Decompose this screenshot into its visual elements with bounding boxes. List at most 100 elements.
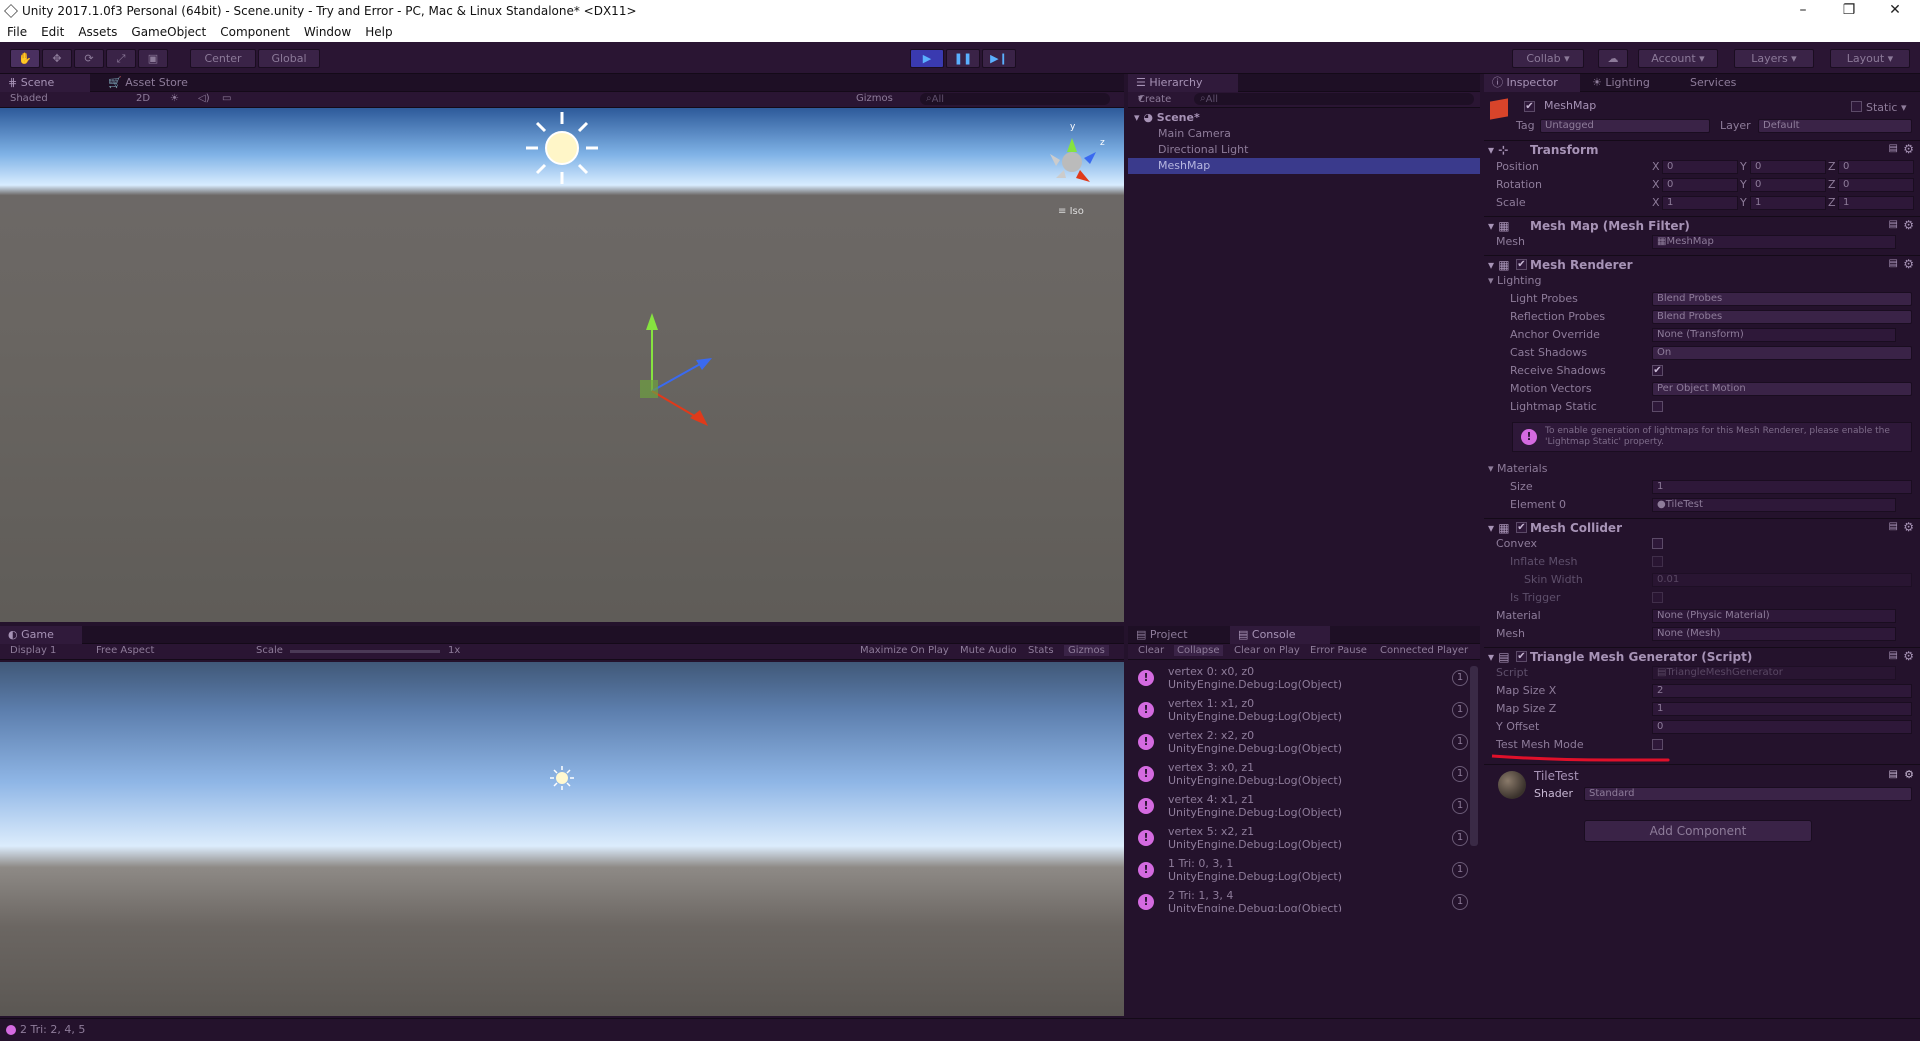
audio-toggle-icon[interactable]: ◁) [198, 93, 210, 104]
mesh-collider-header[interactable]: ▾ ▦ ✔ Mesh Collider ▤ ⚙ [1484, 518, 1920, 536]
y-offset-field[interactable]: 0 [1652, 720, 1912, 734]
rotation-y-field[interactable]: 0 [1750, 178, 1826, 192]
position-z-field[interactable]: 0 [1838, 160, 1914, 174]
effects-toggle-icon[interactable]: ▭ [222, 93, 231, 104]
pivot-center-button[interactable]: Center [190, 49, 256, 68]
help-icon[interactable]: ▤ [1889, 219, 1898, 230]
position-y-field[interactable]: 0 [1750, 160, 1826, 174]
help-icon[interactable]: ▤ [1889, 650, 1898, 661]
map-size-x-field[interactable]: 2 [1652, 684, 1912, 698]
static-label[interactable]: Static ▾ [1866, 101, 1906, 114]
hierarchy-item-directional-light[interactable]: Directional Light [1128, 142, 1480, 158]
scale-tool-icon[interactable]: ⤢ [106, 49, 136, 68]
maximize-icon[interactable]: ❐ [1826, 0, 1872, 22]
motion-vectors-dropdown[interactable]: Per Object Motion [1652, 382, 1912, 396]
element-0-field[interactable]: ●TileTest [1652, 498, 1896, 512]
layers-dropdown[interactable]: Layers ▾ [1734, 49, 1814, 68]
hierarchy-create-dropdown[interactable]: Create ▾ [1138, 93, 1171, 105]
menu-edit[interactable]: Edit [34, 25, 71, 39]
log-entry[interactable]: ! vertex 0: x0, z0 UnityEngine.Debug:Log(O… [1128, 662, 1480, 694]
log-entry[interactable]: ! 1 Tri: 0, 3, 1 UnityEngine.Debug:Log(Obj… [1128, 854, 1480, 886]
shader-dropdown[interactable]: Standard [1584, 787, 1912, 801]
pivot-global-button[interactable]: Global [258, 49, 320, 68]
mesh-collider-enabled-checkbox[interactable]: ✔ [1516, 522, 1527, 533]
settings-gear-icon[interactable]: ⚙ [1903, 649, 1914, 663]
collab-button[interactable]: Collab ▾ [1512, 49, 1584, 68]
hierarchy-item-main-camera[interactable]: Main Camera [1128, 126, 1480, 142]
console-scrollbar[interactable] [1470, 666, 1478, 846]
hierarchy-item-meshmap[interactable]: MeshMap [1128, 158, 1480, 174]
transform-header[interactable]: ▾ ⊹ Transform ▤ ⚙ [1484, 140, 1920, 158]
tab-scene[interactable]: ⋕ Scene [0, 74, 90, 92]
rotation-z-field[interactable]: 0 [1838, 178, 1914, 192]
test-mesh-mode-checkbox[interactable] [1652, 739, 1663, 750]
position-x-field[interactable]: 0 [1662, 160, 1738, 174]
status-bar[interactable]: 2 Tri: 2, 4, 5 [0, 1018, 1920, 1040]
light-probes-dropdown[interactable]: Blend Probes [1652, 292, 1912, 306]
triangle-mesh-generator-header[interactable]: ▾ ▤ ✔ Triangle Mesh Generator (Script) ▤ ⚙ [1484, 647, 1920, 665]
tag-dropdown[interactable]: Untagged [1540, 119, 1710, 133]
settings-gear-icon[interactable]: ⚙ [1903, 218, 1914, 232]
log-entry[interactable]: ! vertex 5: x2, z1 UnityEngine.Debug:Log(O… [1128, 822, 1480, 854]
console-error-pause-button[interactable]: Error Pause [1310, 645, 1367, 656]
menu-assets[interactable]: Assets [71, 25, 124, 39]
log-entry[interactable]: ! vertex 2: x2, z0 UnityEngine.Debug:Log(O… [1128, 726, 1480, 758]
game-gizmos-dropdown[interactable]: Gizmos [1064, 645, 1109, 656]
tab-services[interactable]: Services [1682, 74, 1744, 92]
scene-search-input[interactable]: ⌕ All [920, 93, 1110, 105]
cloud-icon[interactable]: ☁ [1598, 49, 1628, 68]
mute-audio-toggle[interactable]: Mute Audio [960, 645, 1017, 656]
help-icon[interactable]: ▤ [1889, 769, 1898, 780]
console-clear-on-play-button[interactable]: Clear on Play [1234, 645, 1300, 656]
rect-tool-icon[interactable]: ▣ [138, 49, 168, 68]
mesh-renderer-enabled-checkbox[interactable]: ✔ [1516, 259, 1527, 270]
settings-gear-icon[interactable]: ⚙ [1903, 520, 1914, 534]
settings-gear-icon[interactable]: ⚙ [1903, 142, 1914, 156]
close-icon[interactable]: ✕ [1872, 0, 1918, 22]
scene-viewport[interactable]: y z ≡ Iso [0, 108, 1124, 622]
menu-file[interactable]: File [0, 25, 34, 39]
log-entry[interactable]: ! vertex 3: x0, z1 UnityEngine.Debug:Log(O… [1128, 758, 1480, 790]
tab-inspector[interactable]: ⓘ Inspector [1484, 74, 1580, 92]
display-dropdown[interactable]: Display 1 [10, 645, 56, 656]
account-dropdown[interactable]: Account ▾ [1638, 49, 1718, 68]
receive-shadows-checkbox[interactable]: ✔ [1652, 365, 1663, 376]
layout-dropdown[interactable]: Layout ▾ [1830, 49, 1910, 68]
rotation-x-field[interactable]: 0 [1662, 178, 1738, 192]
tab-asset-store[interactable]: 🛒 Asset Store [100, 74, 196, 92]
hand-tool-icon[interactable]: ✋ [10, 49, 40, 68]
scale-slider[interactable] [290, 650, 440, 653]
help-icon[interactable]: ▤ [1889, 258, 1898, 269]
anchor-override-field[interactable]: None (Transform) [1652, 328, 1896, 342]
map-size-z-field[interactable]: 1 [1652, 702, 1912, 716]
log-entry[interactable]: ! vertex 1: x1, z0 UnityEngine.Debug:Log(O… [1128, 694, 1480, 726]
tab-game[interactable]: ◐ Game [0, 626, 82, 644]
console-collapse-button[interactable]: Collapse [1174, 645, 1223, 656]
hierarchy-search-input[interactable]: ⌕ All [1194, 93, 1474, 105]
hierarchy-scene-row[interactable]: ▾ ◕ Scene* [1128, 110, 1480, 126]
shading-mode-dropdown[interactable]: Shaded [10, 93, 48, 104]
log-entry[interactable]: ! vertex 4: x1, z1 UnityEngine.Debug:Log(O… [1128, 790, 1480, 822]
script-enabled-checkbox[interactable]: ✔ [1516, 651, 1527, 662]
tab-project[interactable]: ▤ Project [1128, 626, 1228, 644]
mesh-field[interactable]: ▦MeshMap [1652, 235, 1896, 249]
scale-x-field[interactable]: 1 [1662, 196, 1738, 210]
lighting-foldout[interactable]: ▾ Lighting [1488, 274, 1542, 287]
tab-hierarchy[interactable]: ☰ Hierarchy [1128, 74, 1238, 92]
iso-label[interactable]: ≡ Iso [1058, 206, 1084, 217]
rotate-tool-icon[interactable]: ⟳ [74, 49, 104, 68]
menu-gameobject[interactable]: GameObject [124, 25, 213, 39]
maximize-on-play-toggle[interactable]: Maximize On Play [860, 645, 949, 656]
lighting-toggle-icon[interactable]: ☀ [170, 93, 179, 104]
object-name-field[interactable]: MeshMap [1540, 100, 1840, 114]
active-checkbox[interactable]: ✔ [1524, 101, 1535, 112]
stats-toggle[interactable]: Stats [1028, 645, 1054, 656]
game-viewport[interactable] [0, 662, 1124, 1016]
menu-component[interactable]: Component [213, 25, 297, 39]
tab-console[interactable]: ▤ Console [1230, 626, 1330, 644]
settings-gear-icon[interactable]: ⚙ [1904, 768, 1914, 781]
menu-window[interactable]: Window [297, 25, 358, 39]
physic-material-field[interactable]: None (Physic Material) [1652, 609, 1896, 623]
play-button[interactable]: ▶ [910, 49, 944, 68]
scale-y-field[interactable]: 1 [1750, 196, 1826, 210]
